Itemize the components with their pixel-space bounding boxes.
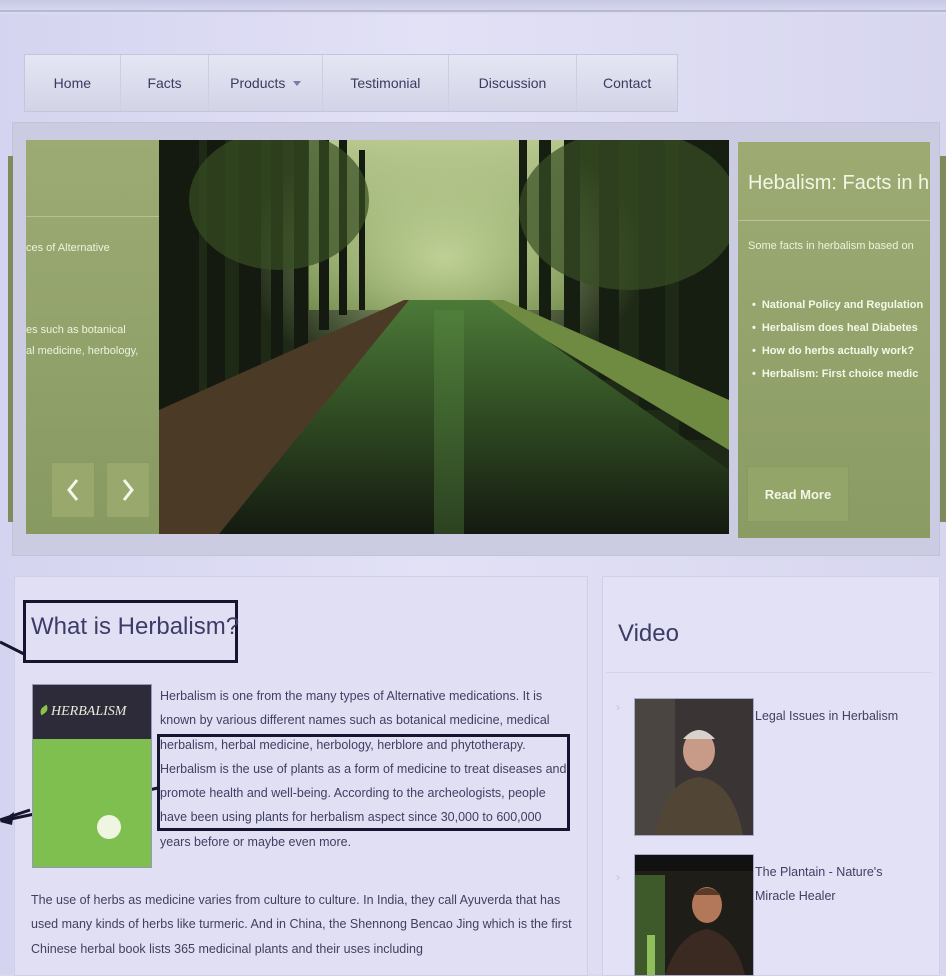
slider-edge-left [8,156,13,522]
slide-next-caption: Hebalism: Facts in h Some facts in herba… [738,142,930,538]
nav-facts-label: Facts [147,75,182,91]
nav-contact-label: Contact [603,75,652,91]
nav-contact[interactable]: Contact [577,55,677,111]
page-title: What is Herbalism? [31,613,240,640]
slider-prev-button[interactable] [51,462,95,518]
chevron-down-icon [293,80,302,86]
nav-discussion-label: Discussion [478,75,547,91]
caption-divider [738,220,930,221]
book-cover-dot [97,815,121,839]
leaf-icon [38,704,50,716]
caption-line: es such as botanical [26,324,126,336]
caption-divider [26,216,159,217]
nav-products[interactable]: Products [209,55,324,111]
slider-edge-right [940,156,946,522]
herbalism-book-image: HERBALISM [32,684,152,868]
nav-products-label: Products [230,75,286,91]
article-paragraph-wide: The use of herbs as medicine varies from… [31,888,579,961]
slider-image-forest-canal [159,140,729,534]
caption-bullet[interactable]: How do herbs actually work? [752,340,923,363]
chevron-right-icon [122,479,134,501]
chevron-left-icon [67,479,79,501]
caption-title: Hebalism: Facts in h [748,172,930,194]
nav-discussion[interactable]: Discussion [449,55,578,111]
caption-line: al medicine, herbology, [26,345,139,357]
read-more-button[interactable]: Read More [747,466,849,522]
video-link[interactable]: Legal Issues in Herbalism [755,704,925,728]
video-thumbnail[interactable] [634,698,754,836]
slider-next-button[interactable] [106,462,150,518]
article-text-wide: The use of herbs as medicine varies from… [31,893,572,956]
nav-home[interactable]: Home [25,55,121,111]
caption-subtitle: Some facts in herbalism based on [748,240,914,252]
caption-bullet[interactable]: Herbalism does heal Diabetes [752,317,923,340]
book-title: HERBALISM [51,704,127,719]
annotation-highlight-box [157,734,570,831]
video-divider [606,672,932,673]
video-thumbnail[interactable] [634,854,754,976]
nav-testimonial[interactable]: Testimonial [323,55,449,111]
caption-bullets: National Policy and Regulation Herbalism… [752,294,923,386]
caption-bullet[interactable]: Herbalism: First choice medic [752,363,923,386]
nav-facts[interactable]: Facts [121,55,210,111]
nav-testimonial-label: Testimonial [350,75,421,91]
book-cover-bottom [33,739,151,867]
video-link[interactable]: The Plantain - Nature's Miracle Healer [755,860,925,908]
browser-top-bar [0,0,946,14]
chevron-right-icon: › [616,870,620,884]
book-cover-top: HERBALISM [33,685,151,739]
caption-line: ces of Alternative [26,242,110,254]
video-section-title: Video [618,620,679,647]
main-nav: Home Facts Products Testimonial Discussi… [24,54,678,112]
caption-bullet[interactable]: National Policy and Regulation [752,294,923,317]
chevron-right-icon: › [616,700,620,714]
nav-home-label: Home [53,75,92,91]
